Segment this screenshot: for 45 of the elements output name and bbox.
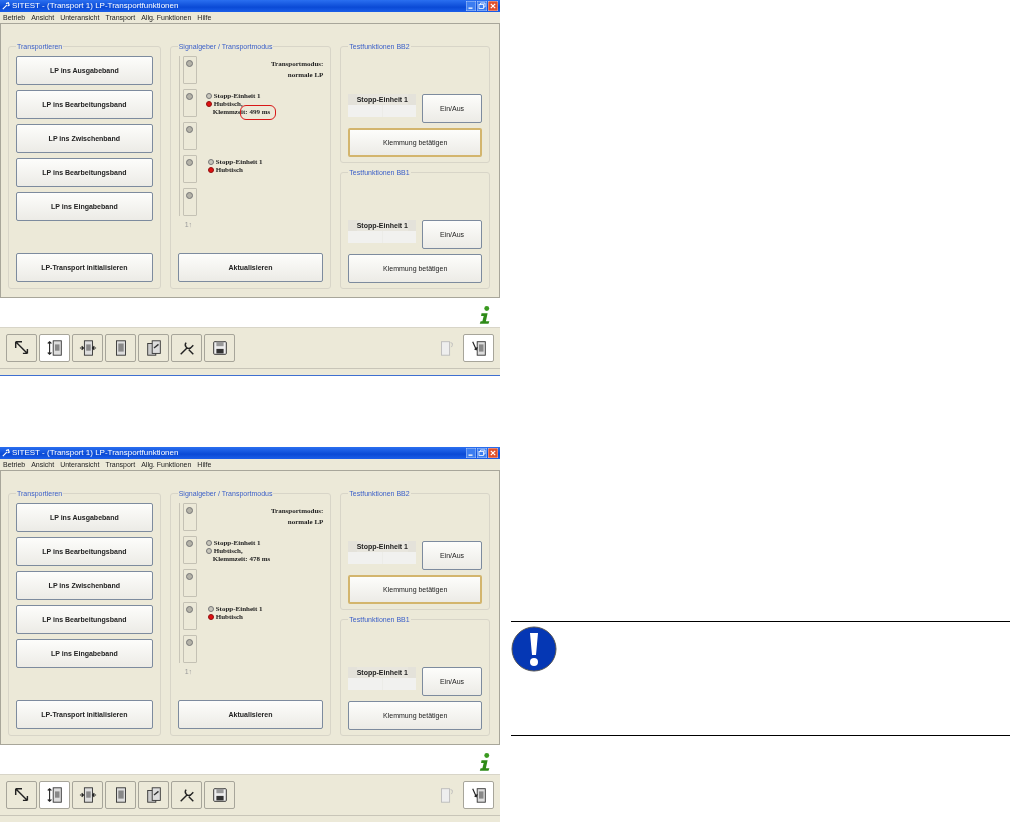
signal-led xyxy=(186,59,194,67)
info-icon[interactable] xyxy=(478,305,492,326)
toolbar-button[interactable] xyxy=(39,334,70,363)
toolbar-button[interactable] xyxy=(171,334,202,363)
restore-icon[interactable] xyxy=(477,0,487,11)
toolbar-button[interactable] xyxy=(463,781,494,810)
signal-led xyxy=(186,158,194,166)
save-icon xyxy=(210,786,229,805)
signal-led xyxy=(186,539,194,547)
toolbar-button[interactable] xyxy=(204,781,235,810)
save-icon xyxy=(210,339,229,358)
toolbar-button[interactable] xyxy=(105,781,136,810)
signal-led xyxy=(186,506,194,514)
minimize-icon[interactable] xyxy=(466,447,476,458)
boards-icon xyxy=(144,339,163,358)
toolbar-button[interactable] xyxy=(463,334,494,363)
boards-icon xyxy=(144,786,163,805)
toolbar-button[interactable] xyxy=(6,781,37,810)
board-icon xyxy=(469,786,488,805)
toolbar-button[interactable] xyxy=(72,781,103,810)
signal-led xyxy=(186,92,194,100)
close-icon[interactable] xyxy=(488,0,498,11)
toolbar-button[interactable] xyxy=(6,334,37,363)
toolbar-button[interactable] xyxy=(204,334,235,363)
toolbar-button[interactable] xyxy=(72,334,103,363)
signal-led xyxy=(186,572,194,580)
toolbar-button[interactable] xyxy=(105,334,136,363)
signal-led xyxy=(186,191,194,199)
window-title: SITEST - (Transport 1) LP-Transportfunktionen xyxy=(12,1,180,11)
signal-led xyxy=(186,638,194,646)
minimize-icon[interactable] xyxy=(466,0,476,11)
board-icon xyxy=(45,786,64,805)
window-title: SITEST - (Transport 1) LP-Transportfunktionen xyxy=(12,448,180,458)
restore-icon[interactable] xyxy=(477,447,487,458)
signal-led xyxy=(186,125,194,133)
close-icon[interactable] xyxy=(488,447,498,458)
toolbar-button[interactable] xyxy=(39,781,70,810)
toolbar-button[interactable] xyxy=(171,781,202,810)
info-icon[interactable] xyxy=(478,752,492,773)
board-icon xyxy=(469,339,488,358)
board-icon xyxy=(45,339,64,358)
board-icon xyxy=(78,786,97,805)
signal-led xyxy=(186,605,194,613)
board-icon xyxy=(78,339,97,358)
warning-icon xyxy=(511,626,557,672)
